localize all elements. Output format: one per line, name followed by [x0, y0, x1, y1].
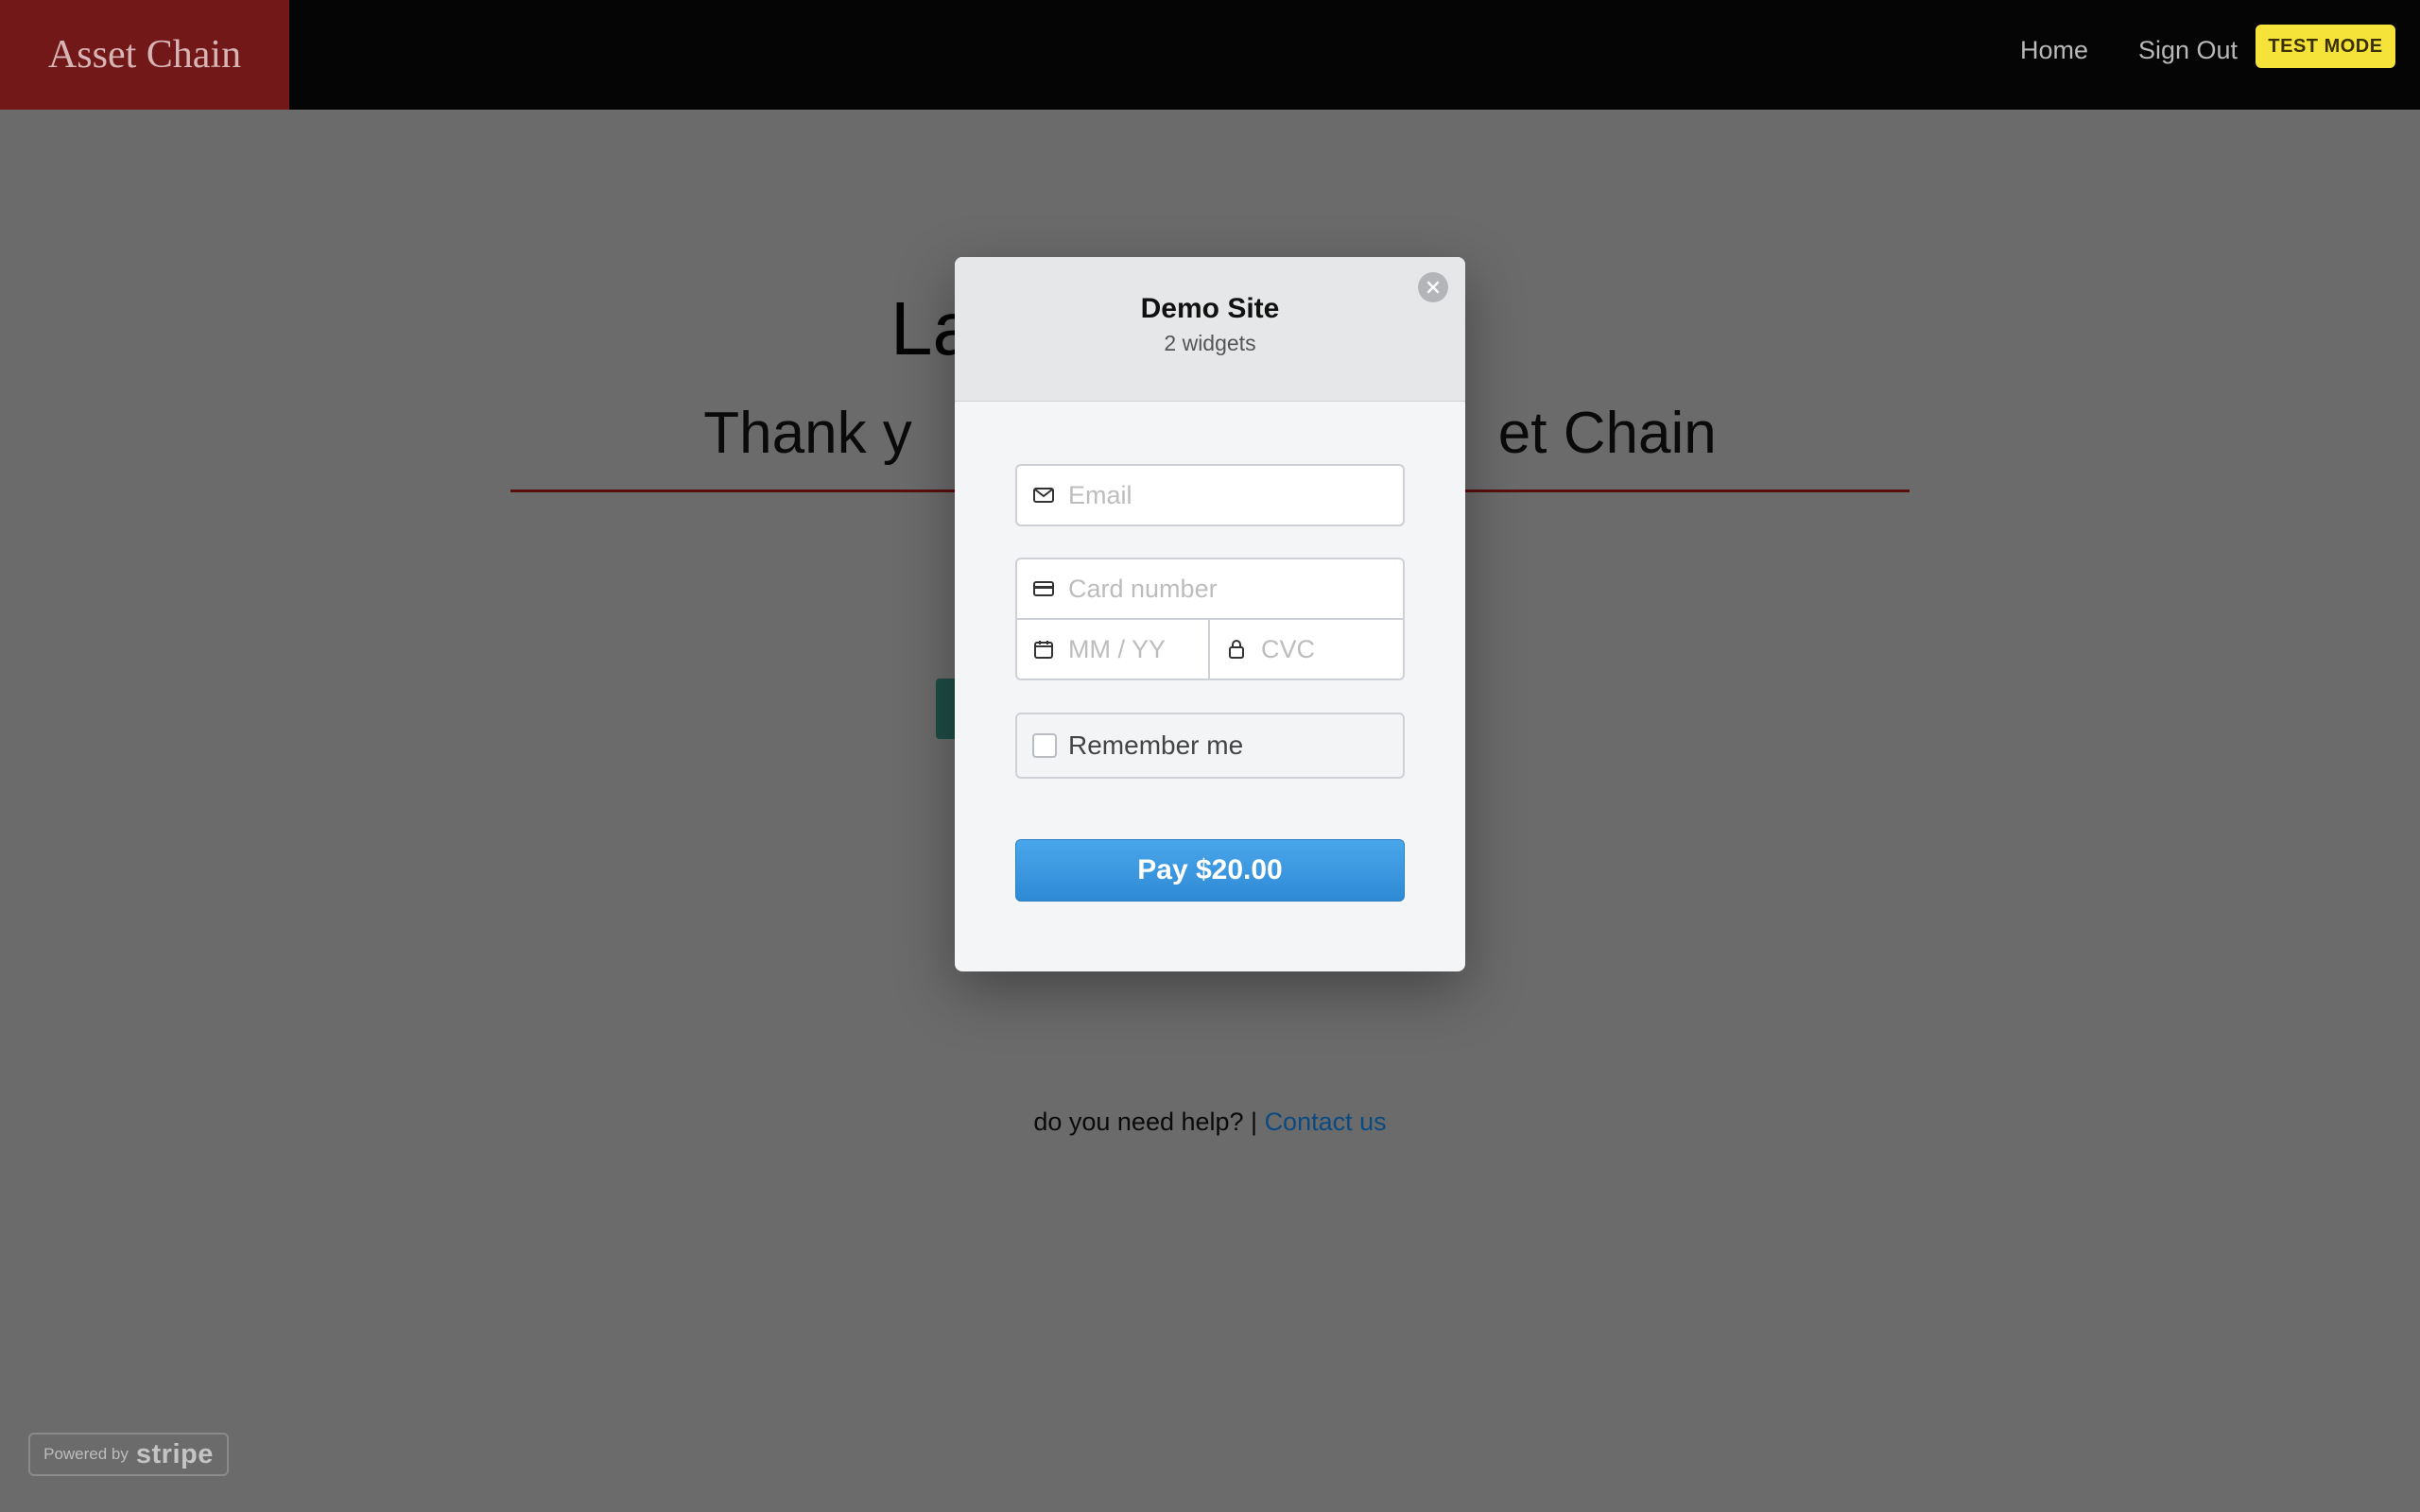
brand-logo[interactable]: Asset Chain: [0, 0, 289, 110]
page-subtitle-right: et Chain: [1497, 401, 1717, 466]
lock-icon: [1229, 640, 1244, 659]
card-number-input[interactable]: [1068, 559, 1403, 618]
cvc-input[interactable]: [1261, 620, 1403, 679]
stripe-logo: stripe: [135, 1438, 214, 1469]
remember-me-checkbox[interactable]: [1032, 733, 1057, 758]
credit-card-icon: [1033, 581, 1054, 596]
expiry-field[interactable]: [1015, 618, 1210, 680]
close-icon: [1426, 281, 1440, 294]
pay-button[interactable]: Pay $20.00: [1015, 839, 1405, 902]
powered-by-stripe-badge[interactable]: Powered by stripe: [28, 1433, 229, 1476]
remember-me-label: Remember me: [1068, 730, 1244, 760]
calendar-icon: [1034, 641, 1053, 659]
contact-us-link[interactable]: Contact us: [1265, 1108, 1387, 1136]
nav-home-link[interactable]: Home: [2020, 36, 2088, 65]
cvc-field[interactable]: [1208, 618, 1405, 680]
card-number-field[interactable]: [1015, 558, 1405, 620]
navbar: Asset Chain Home Sign Out: [0, 0, 2420, 110]
powered-by-text: Powered by: [43, 1445, 129, 1463]
remember-me-toggle[interactable]: Remember me: [1015, 713, 1405, 779]
checkout-subtitle: 2 widgets: [1164, 331, 1256, 355]
checkout-title: Demo Site: [1140, 293, 1280, 324]
help-row: do you need help? | Contact us: [0, 1108, 2420, 1137]
checkout-header: Demo Site 2 widgets: [955, 257, 1465, 402]
nav-sign-out-link[interactable]: Sign Out: [2138, 36, 2238, 65]
envelope-icon: [1033, 488, 1054, 503]
test-mode-badge: TEST MODE: [2256, 25, 2395, 68]
expiry-input[interactable]: [1068, 620, 1208, 679]
close-button[interactable]: [1418, 272, 1448, 302]
help-text: do you need help? |: [1033, 1108, 1265, 1136]
email-input[interactable]: [1068, 466, 1403, 524]
page-subtitle-left: Thank y: [703, 401, 912, 466]
checkout-modal: Demo Site 2 widgets Email Card number MM…: [955, 257, 1465, 971]
email-field[interactable]: [1015, 464, 1405, 526]
